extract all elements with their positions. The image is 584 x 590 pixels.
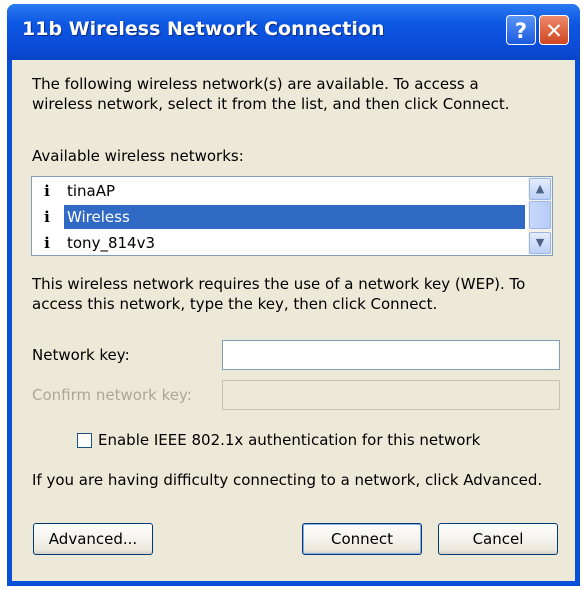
help-button[interactable]: ? (506, 15, 536, 45)
ieee-8021x-checkbox[interactable] (77, 433, 92, 448)
advanced-button[interactable]: Advanced... (33, 523, 153, 555)
intro-line-2: wireless network, select it from the lis… (32, 95, 510, 113)
close-button[interactable]: ✕ (539, 15, 569, 45)
window-title: 11b Wireless Network Connection (22, 18, 385, 40)
network-item-label: tinaAP (67, 182, 116, 200)
wireless-antenna-icon: i (44, 182, 50, 200)
confirm-key-field (222, 380, 560, 410)
confirm-key-input (223, 381, 559, 409)
advanced-hint: If you are having difficulty connecting … (32, 471, 543, 489)
network-item-tony[interactable]: i tony_814v3 (32, 231, 528, 255)
title-bar[interactable]: 11b Wireless Network Connection ? ✕ (7, 4, 580, 60)
dialog-body: The following wireless network(s) are av… (12, 60, 575, 581)
cancel-button[interactable]: Cancel (438, 523, 558, 555)
network-item-wireless[interactable]: i Wireless (32, 205, 528, 229)
available-networks-label: Available wireless networks: (32, 147, 244, 165)
scroll-down-icon[interactable]: ▼ (529, 232, 551, 254)
network-key-field[interactable] (222, 340, 560, 370)
scroll-thumb[interactable] (529, 201, 551, 229)
networks-list[interactable]: i tinaAP i Wireless i tony_814v3 ▲ ▼ (31, 176, 553, 256)
intro-text: The following wireless network(s) are av… (32, 74, 509, 114)
network-key-label: Network key: (32, 346, 130, 364)
connect-button[interactable]: Connect (302, 523, 422, 555)
dialog-window: 11b Wireless Network Connection ? ✕ The … (7, 4, 580, 586)
network-item-tinaap[interactable]: i tinaAP (32, 179, 528, 203)
ieee-8021x-label[interactable]: Enable IEEE 802.1x authentication for th… (98, 430, 480, 450)
wep-note: This wireless network requires the use o… (32, 274, 525, 314)
wireless-antenna-icon: i (44, 208, 50, 226)
wireless-antenna-icon: i (44, 234, 50, 252)
intro-line-1: The following wireless network(s) are av… (32, 75, 479, 93)
network-key-input[interactable] (223, 341, 559, 369)
scroll-up-icon[interactable]: ▲ (529, 178, 551, 200)
network-item-label: tony_814v3 (67, 234, 155, 252)
network-item-label: Wireless (64, 205, 525, 229)
networks-scrollbar[interactable]: ▲ ▼ (528, 177, 552, 255)
wep-note-line-2: access this network, type the key, then … (32, 295, 438, 313)
wep-note-line-1: This wireless network requires the use o… (32, 275, 526, 293)
confirm-key-label: Confirm network key: (32, 386, 192, 404)
